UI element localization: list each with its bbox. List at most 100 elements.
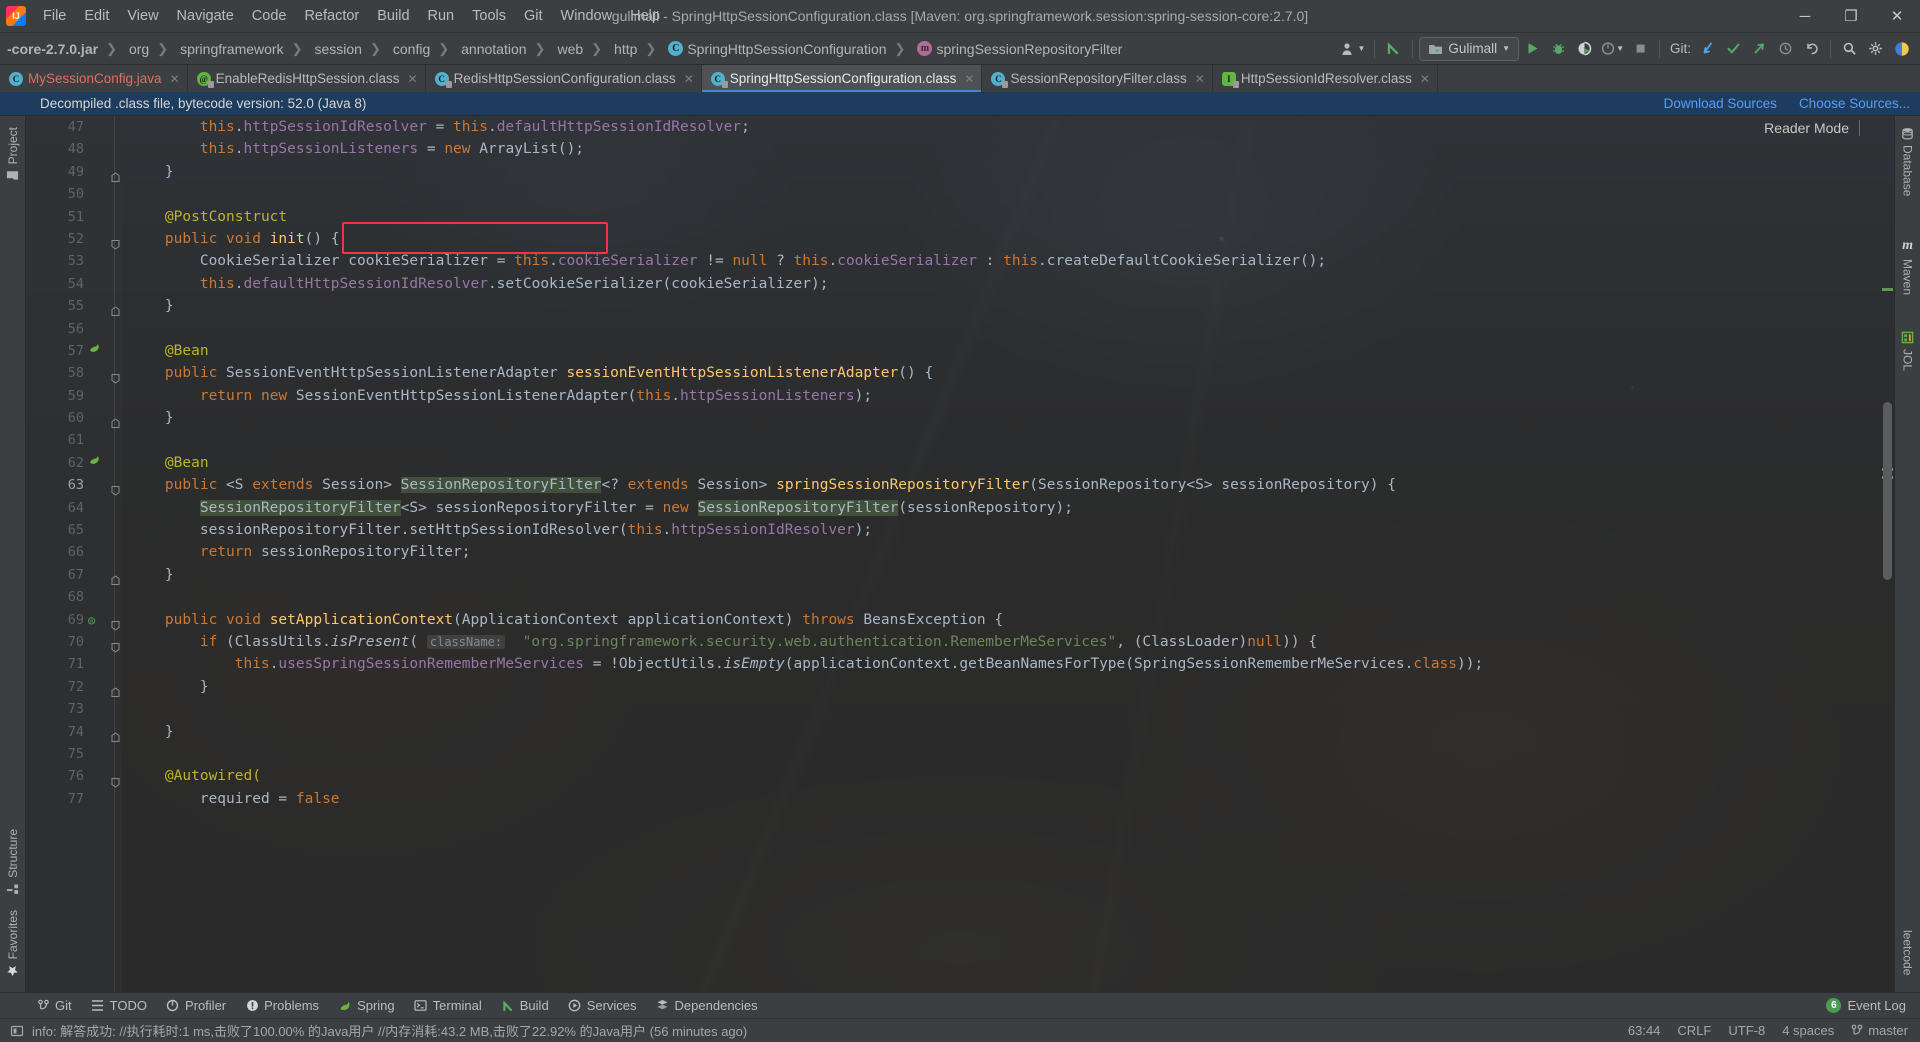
close-icon[interactable]: ✕ [684, 72, 694, 86]
editor-marker-bar[interactable] [1880, 116, 1894, 992]
breadcrumb-item-9[interactable]: m springSessionRepositoryFilter [912, 33, 1129, 64]
update-project-icon[interactable] [1381, 36, 1406, 61]
bottom-toolwindow-problems[interactable]: Problems [237, 995, 327, 1016]
code-editor[interactable]: 47 this.httpSessionIdResolver = this.def… [26, 116, 1894, 992]
code-fold-marker[interactable] [111, 615, 120, 631]
gutter-marks[interactable] [86, 586, 122, 608]
line-separator[interactable]: CRLF [1677, 1023, 1711, 1038]
code-line[interactable]: 73 [26, 698, 1894, 720]
gutter-marks[interactable] [86, 765, 122, 788]
indent-setting[interactable]: 4 spaces [1782, 1023, 1834, 1038]
gutter-marks[interactable] [86, 318, 122, 340]
code-fold-marker[interactable] [111, 414, 120, 429]
breadcrumb-item-4[interactable]: config ❯ [388, 33, 456, 64]
gutter-marks[interactable] [86, 138, 122, 160]
code-line[interactable]: 77 required = false [26, 788, 1894, 810]
gutter-marks[interactable] [86, 497, 122, 519]
code-fold-marker[interactable] [111, 369, 120, 384]
profiler-icon[interactable]: ▼ [1598, 36, 1627, 61]
code-line[interactable]: 74 } [26, 721, 1894, 743]
reader-mode-toggle[interactable]: Reader Mode [1764, 120, 1860, 136]
code-line[interactable]: 54 this.defaultHttpSessionIdResolver.set… [26, 273, 1894, 295]
code-line[interactable]: 61 [26, 429, 1894, 451]
git-branch-widget[interactable]: master [1851, 1023, 1908, 1038]
sidebar-item-structure[interactable]: Structure [6, 822, 20, 903]
menu-refactor[interactable]: Refactor [295, 4, 368, 28]
gutter-marks[interactable] [86, 721, 122, 743]
code-fold-marker[interactable] [111, 571, 120, 585]
code-fold-marker[interactable] [111, 481, 120, 496]
code-line[interactable]: 52 public void init() { [26, 228, 1894, 250]
close-icon[interactable]: ✕ [964, 72, 974, 86]
bottom-toolwindow-dependencies[interactable]: Dependencies [648, 995, 766, 1016]
gutter-marks[interactable] [86, 250, 122, 272]
gutter-marks[interactable] [86, 698, 122, 720]
code-line[interactable]: 50 [26, 183, 1894, 205]
code-line[interactable]: 68 [26, 586, 1894, 608]
menu-window[interactable]: Window [552, 4, 622, 28]
code-content[interactable]: 47 this.httpSessionIdResolver = this.def… [26, 116, 1894, 992]
run-configuration-selector[interactable]: Gulimall ▼ [1419, 36, 1520, 61]
gutter-marks[interactable]: ◎ [86, 609, 122, 631]
code-line[interactable]: 56 [26, 318, 1894, 340]
close-icon[interactable]: ✕ [170, 72, 180, 86]
code-line[interactable]: 72 } [26, 676, 1894, 698]
editor-tab-2[interactable]: C RedisHttpSessionConfiguration.class ✕ [425, 65, 702, 92]
bottom-toolwindow-services[interactable]: Services [560, 995, 645, 1016]
bottom-toolwindow-todo[interactable]: TODO [83, 995, 155, 1016]
bottom-toolwindow-terminal[interactable]: Terminal [406, 995, 490, 1016]
minimize-button[interactable]: ─ [1782, 0, 1828, 33]
gutter-marks[interactable] [86, 631, 122, 653]
code-line[interactable]: 53 CookieSerializer cookieSerializer = t… [26, 250, 1894, 272]
gutter-marks[interactable] [86, 183, 122, 205]
gutter-marks[interactable] [86, 429, 122, 451]
menu-tools[interactable]: Tools [463, 4, 515, 28]
menu-file[interactable]: File [34, 4, 75, 28]
code-line[interactable]: 65 sessionRepositoryFilter.setHttpSessio… [26, 519, 1894, 541]
code-line[interactable]: 67 } [26, 564, 1894, 586]
sidebar-item-database[interactable]: Database [1901, 120, 1915, 203]
gutter-marks[interactable] [86, 362, 122, 384]
bottom-toolwindow-build[interactable]: Build [493, 995, 557, 1016]
code-line[interactable]: 51 @PostConstruct [26, 206, 1894, 228]
ide-status-icon[interactable] [1889, 36, 1914, 61]
gutter-marks[interactable] [86, 407, 122, 429]
gutter-marks[interactable] [86, 385, 122, 407]
menu-view[interactable]: View [118, 4, 167, 28]
code-line[interactable]: 59 return new SessionEventHttpSessionLis… [26, 385, 1894, 407]
code-line[interactable]: 76 @Autowired( [26, 765, 1894, 788]
gutter-marks[interactable] [86, 228, 122, 250]
code-fold-marker[interactable] [111, 638, 120, 653]
user-avatar-icon[interactable]: ▼ [1338, 36, 1368, 61]
menu-navigate[interactable]: Navigate [168, 4, 243, 28]
code-fold-marker[interactable] [111, 302, 120, 317]
git-history-icon[interactable] [1773, 36, 1798, 61]
menu-git[interactable]: Git [515, 4, 552, 28]
bottom-toolwindow-profiler[interactable]: Profiler [158, 995, 234, 1016]
editor-tab-1[interactable]: @ EnableRedisHttpSession.class ✕ [187, 65, 426, 92]
editor-scrollbar-thumb[interactable] [1883, 402, 1892, 580]
code-fold-marker[interactable] [111, 727, 120, 742]
code-line[interactable]: 66 return sessionRepositoryFilter; [26, 541, 1894, 563]
breadcrumb-item-8[interactable]: C SpringHttpSessionConfiguration ❯ [663, 33, 912, 64]
gutter-marks[interactable] [86, 474, 122, 496]
gutter-marks[interactable] [86, 340, 122, 362]
code-line[interactable]: 60 } [26, 407, 1894, 429]
run-with-coverage-icon[interactable] [1572, 36, 1597, 61]
gutter-marks[interactable] [86, 116, 122, 138]
menu-run[interactable]: Run [419, 4, 464, 28]
bottom-toolwindow-git[interactable]: Git [28, 995, 80, 1016]
code-line[interactable]: 63 public <S extends Session> SessionRep… [26, 474, 1894, 496]
breadcrumb-item-7[interactable]: http ❯ [609, 33, 663, 64]
choose-sources-link[interactable]: Choose Sources... [1799, 96, 1910, 111]
git-push-icon[interactable] [1747, 36, 1772, 61]
run-icon[interactable] [1520, 36, 1545, 61]
code-line[interactable]: 69 ◎ public void setApplicationContext(Ap… [26, 609, 1894, 631]
code-fold-marker[interactable] [111, 772, 120, 788]
menu-edit[interactable]: Edit [75, 4, 118, 28]
code-line[interactable]: 62 @Bean [26, 452, 1894, 474]
editor-tab-4[interactable]: C SessionRepositoryFilter.class ✕ [982, 65, 1213, 92]
sidebar-item-favorites[interactable]: Favorites [6, 903, 20, 984]
git-rollback-icon[interactable] [1799, 36, 1824, 61]
code-line[interactable]: 58 public SessionEventHttpSessionListene… [26, 362, 1894, 384]
